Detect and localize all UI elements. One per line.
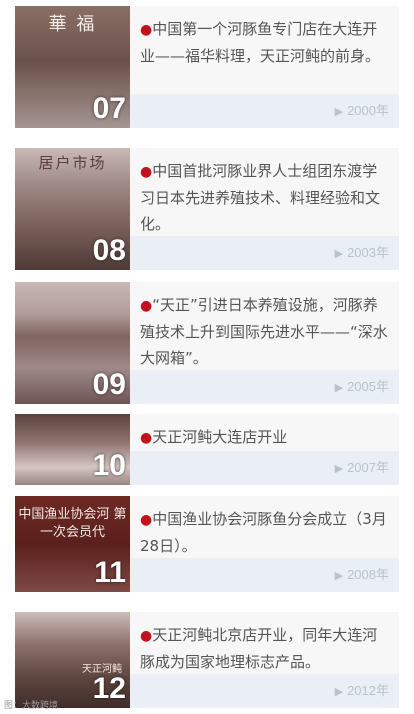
timeline-year-bar: ▶ 2008年	[130, 558, 399, 592]
timeline-item: 中国渔业协会河 第一次会员代 11 ●中国渔业协会河豚鱼分会成立（3月28日）。…	[15, 496, 399, 592]
timeline-description: ●天正河鲀北京店开业，同年大连河豚成为国家地理标志产品。	[140, 622, 391, 675]
timeline-info: ●天正河鲀北京店开业，同年大连河豚成为国家地理标志产品。 ▶ 2012年	[130, 612, 399, 708]
play-arrow-icon: ▶	[334, 686, 344, 698]
timeline-text: “天正”引进日本养殖设施，河豚养殖技术上升到国际先进水平——“深水大网箱”。	[140, 296, 388, 367]
timeline-photo: 居户市场 08	[15, 148, 130, 270]
timeline-year-bar: ▶ 2005年	[130, 370, 399, 404]
play-arrow-icon: ▶	[334, 463, 344, 475]
timeline-photo: 華 福 07	[15, 6, 130, 128]
timeline-year: 2000年	[347, 103, 389, 118]
bullet-dot-icon: ●	[140, 22, 153, 38]
timeline-info: ●天正河鲀大连店开业 ▶ 2007年	[130, 414, 399, 485]
timeline-year-bar: ▶ 2000年	[130, 94, 399, 128]
timeline-info: ●中国渔业协会河豚鱼分会成立（3月28日）。 ▶ 2008年	[130, 496, 399, 592]
timeline-photo: 天正河鲀 12	[15, 612, 130, 708]
play-arrow-icon: ▶	[334, 382, 344, 394]
timeline-year-bar: ▶ 2012年	[130, 674, 399, 708]
timeline-photo: 10	[15, 414, 130, 485]
timeline-item: 華 福 07 ●中国第一个河豚鱼专门店在大连开业——福华料理，天正河鲀的前身。 …	[15, 6, 399, 128]
watermark: 图：大数跨境	[4, 701, 59, 711]
photo-sign-text: 華 福	[48, 14, 97, 35]
timeline-number: 07	[92, 92, 126, 125]
bullet-dot-icon: ●	[140, 430, 153, 446]
timeline-description: ●“天正”引进日本养殖设施，河豚养殖技术上升到国际先进水平——“深水大网箱”。	[140, 292, 391, 371]
timeline-description: ●中国第一个河豚鱼专门店在大连开业——福华料理，天正河鲀的前身。	[140, 16, 391, 69]
bullet-dot-icon: ●	[140, 298, 153, 314]
timeline-number: 10	[92, 449, 126, 482]
timeline-year: 2005年	[347, 379, 389, 394]
timeline-number: 08	[92, 234, 126, 267]
timeline-text: 中国第一个河豚鱼专门店在大连开业——福华料理，天正河鲀的前身。	[140, 20, 381, 65]
timeline-item: 天正河鲀 12 ●天正河鲀北京店开业，同年大连河豚成为国家地理标志产品。 ▶ 20…	[15, 612, 399, 708]
bullet-dot-icon: ●	[140, 164, 153, 180]
bullet-dot-icon: ●	[140, 512, 153, 528]
timeline-number: 09	[92, 368, 126, 401]
timeline-description: ●天正河鲀大连店开业	[140, 424, 391, 451]
timeline-info: ●中国首批河豚业界人士组团东渡学习日本先进养殖技术、料理经验和文化。 ▶ 2003…	[130, 148, 399, 270]
timeline-item: 09 ●“天正”引进日本养殖设施，河豚养殖技术上升到国际先进水平——“深水大网箱…	[15, 282, 399, 404]
bullet-dot-icon: ●	[140, 628, 153, 644]
timeline-number: 11	[94, 556, 126, 589]
play-arrow-icon: ▶	[334, 248, 344, 260]
timeline-text: 天正河鲀大连店开业	[152, 428, 288, 446]
timeline-text: 天正河鲀北京店开业，同年大连河豚成为国家地理标志产品。	[140, 626, 378, 671]
timeline-description: ●中国渔业协会河豚鱼分会成立（3月28日）。	[140, 506, 391, 559]
timeline-info: ●中国第一个河豚鱼专门店在大连开业——福华料理，天正河鲀的前身。 ▶ 2000年	[130, 6, 399, 128]
timeline-photo: 09	[15, 282, 130, 404]
timeline-number: 12	[92, 672, 126, 705]
timeline-photo: 中国渔业协会河 第一次会员代 11	[15, 496, 130, 592]
photo-sign-text: 中国渔业协会河 第一次会员代	[18, 507, 127, 540]
timeline-year: 2008年	[347, 567, 389, 582]
timeline-item: 居户市场 08 ●中国首批河豚业界人士组团东渡学习日本先进养殖技术、料理经验和文…	[15, 148, 399, 270]
timeline-year-bar: ▶ 2007年	[130, 451, 399, 485]
timeline-year: 2007年	[347, 460, 389, 475]
timeline-year: 2003年	[347, 245, 389, 260]
timeline-info: ●“天正”引进日本养殖设施，河豚养殖技术上升到国际先进水平——“深水大网箱”。 …	[130, 282, 399, 404]
timeline-description: ●中国首批河豚业界人士组团东渡学习日本先进养殖技术、料理经验和文化。	[140, 158, 391, 237]
timeline-text: 中国渔业协会河豚鱼分会成立（3月28日）。	[140, 510, 387, 555]
timeline-item: 10 ●天正河鲀大连店开业 ▶ 2007年	[15, 414, 399, 485]
timeline-year: 2012年	[347, 683, 389, 698]
timeline-year-bar: ▶ 2003年	[130, 236, 399, 270]
photo-sign-text: 居户市场	[38, 154, 107, 172]
timeline-text: 中国首批河豚业界人士组团东渡学习日本先进养殖技术、料理经验和文化。	[140, 162, 381, 233]
play-arrow-icon: ▶	[334, 570, 344, 582]
play-arrow-icon: ▶	[334, 106, 344, 118]
